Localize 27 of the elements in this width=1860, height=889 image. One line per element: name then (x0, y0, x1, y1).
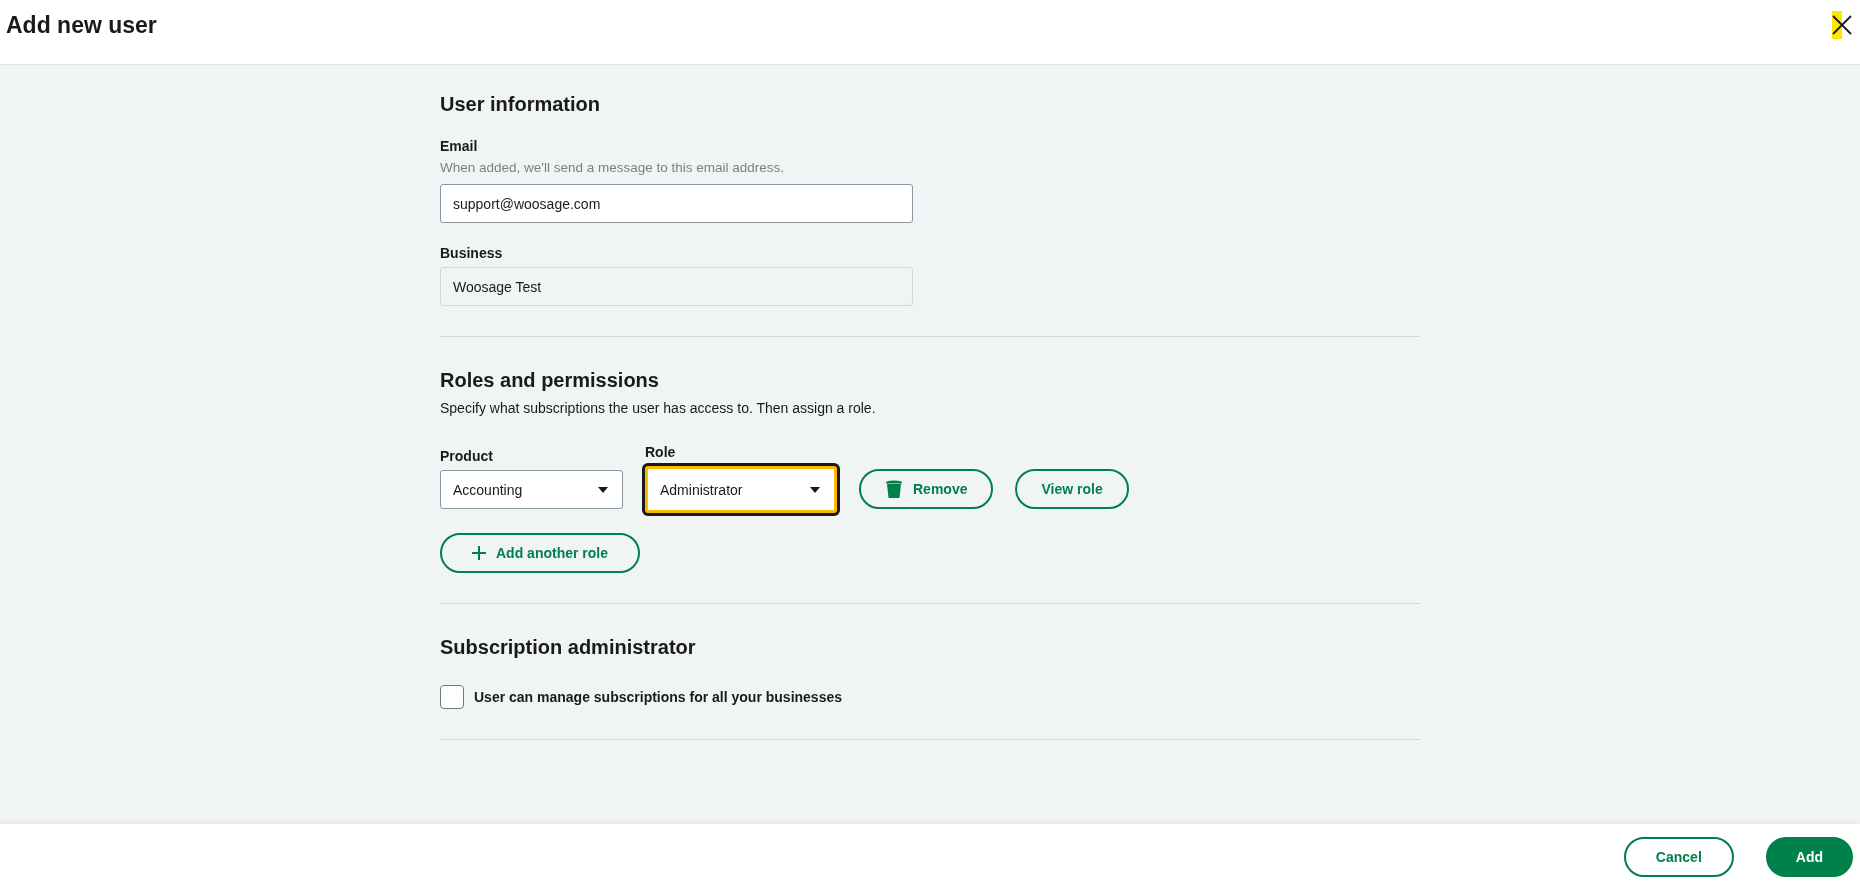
section-heading: User information (440, 92, 602, 116)
add-button[interactable]: Add (1765, 836, 1853, 877)
dialog-title: Add new user (6, 11, 157, 39)
business-field: Woosage Test (440, 267, 913, 306)
field-label: Product (440, 448, 494, 464)
field-hint: When added, we'll send a message to this email address. (440, 160, 785, 175)
view-role-button[interactable]: View role (1015, 469, 1129, 509)
caret-icon (810, 486, 820, 493)
checkbox[interactable] (440, 685, 464, 709)
field-label: Role (645, 444, 677, 460)
caret-icon (598, 486, 608, 493)
add-role-button[interactable]: Add another role (440, 533, 640, 573)
section-heading: Subscription administrator (440, 635, 697, 659)
dropdown-field[interactable]: Administrator (645, 466, 837, 513)
section-heading: Roles and permissions (440, 368, 660, 392)
trash-icon (885, 480, 903, 498)
email-field[interactable]: support@woosage.com (440, 184, 913, 223)
section-description: Specify what subscriptions the user has access to. Then assign a role. (440, 400, 877, 416)
field-label: Email (440, 138, 479, 154)
close-button[interactable] (1832, 11, 1852, 39)
checkbox-label: User can manage subscriptions for all your businesses (474, 689, 842, 705)
cancel-button[interactable]: Cancel (1623, 836, 1734, 877)
remove-button[interactable]: Remove (859, 469, 994, 509)
plus-icon (472, 546, 486, 560)
close-icon (1832, 15, 1852, 35)
field-label: Business (440, 245, 504, 261)
dropdown-field[interactable]: Accounting (440, 470, 623, 509)
